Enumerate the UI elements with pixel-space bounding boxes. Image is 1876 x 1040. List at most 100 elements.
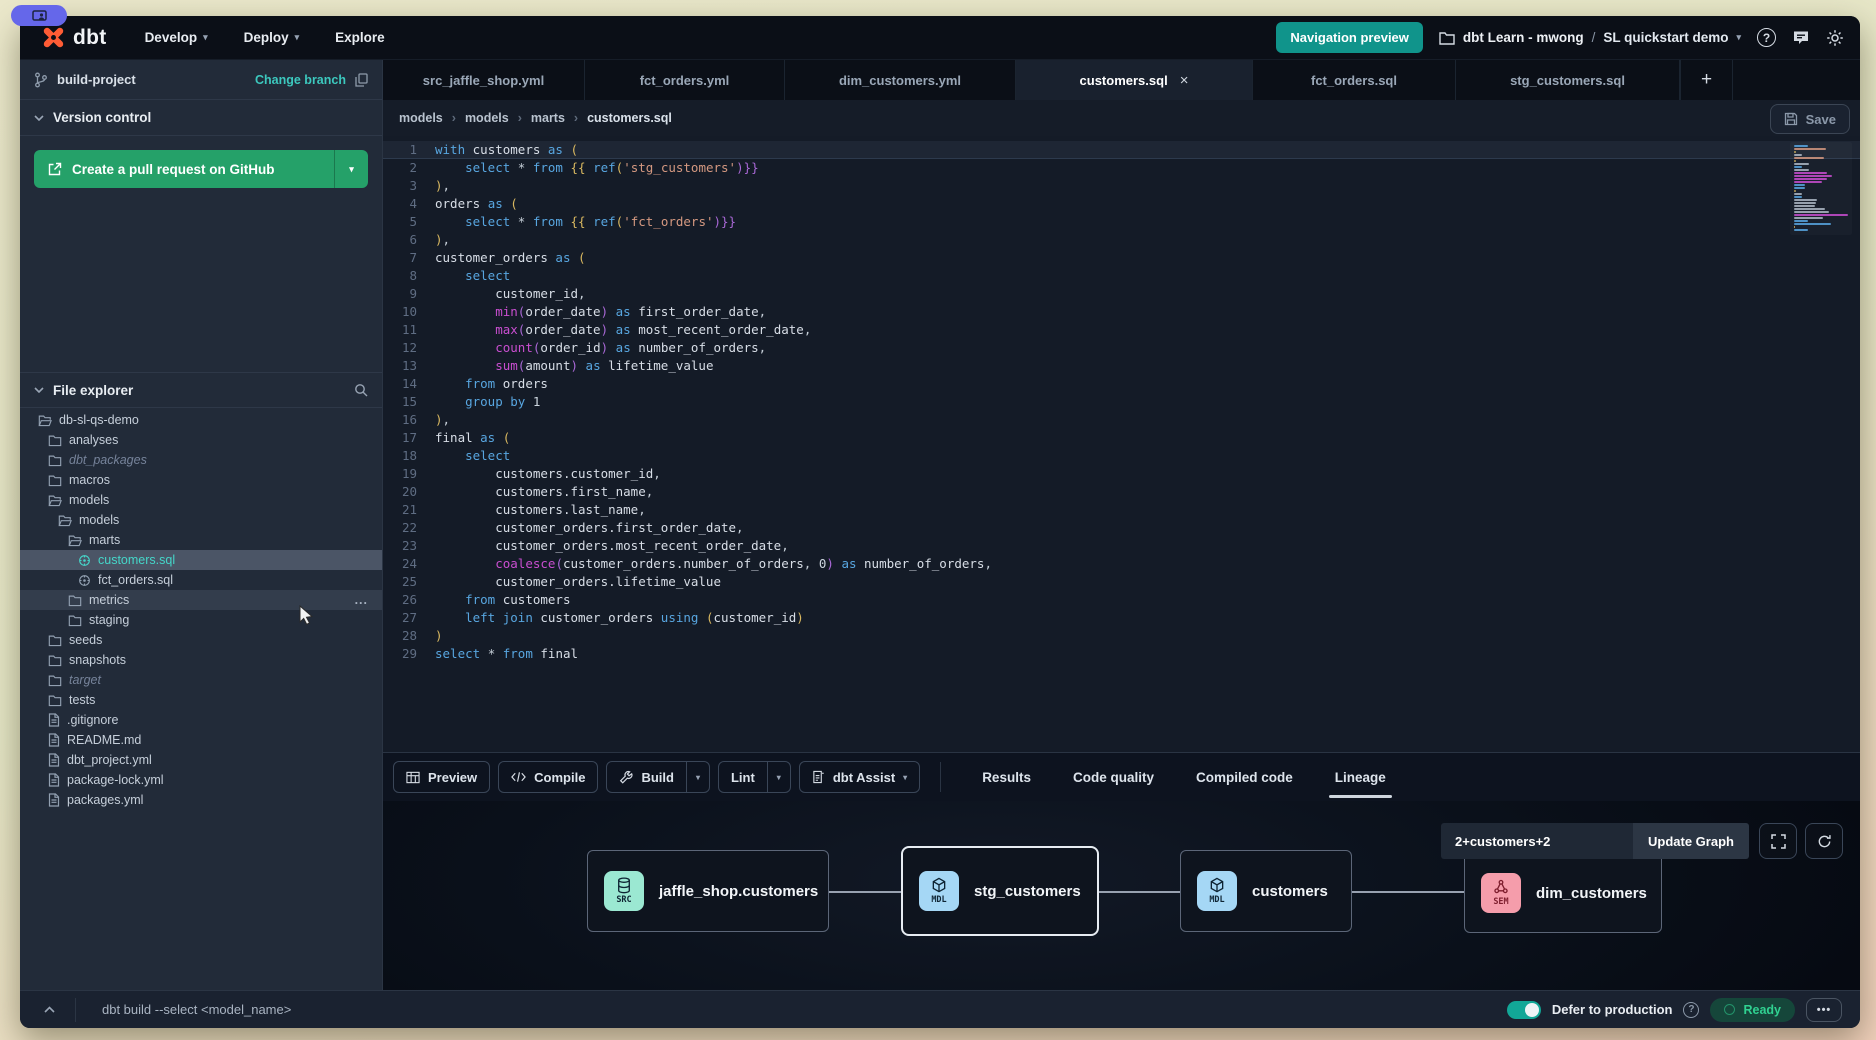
file-tree-item-readme-md[interactable]: README.md <box>20 730 382 750</box>
code-line[interactable]: 9 customer_id, <box>383 285 1860 303</box>
code-line[interactable]: 22 customer_orders.first_order_date, <box>383 519 1860 537</box>
row-options-icon[interactable]: ... <box>355 593 368 607</box>
code-line[interactable]: 10 min(order_date) as first_order_date, <box>383 303 1860 321</box>
lineage-node-customers[interactable]: MDLcustomers <box>1180 850 1352 932</box>
code-line[interactable]: 4orders as ( <box>383 195 1860 213</box>
file-tree-item-db-sl-qs-demo[interactable]: db-sl-qs-demo <box>20 410 382 430</box>
menu-develop[interactable]: Develop▾ <box>145 30 208 45</box>
file-tree-item-snapshots[interactable]: snapshots <box>20 650 382 670</box>
console-tab-code-quality[interactable]: Code quality <box>1073 753 1154 801</box>
account-breadcrumb[interactable]: dbt Learn - mwong / SL quickstart demo ▾ <box>1439 30 1741 45</box>
code-line[interactable]: 23 customer_orders.most_recent_order_dat… <box>383 537 1860 555</box>
console-tab-compiled-code[interactable]: Compiled code <box>1196 753 1293 801</box>
code-line[interactable]: 3), <box>383 177 1860 195</box>
lineage-graph[interactable]: SRCjaffle_shop.customers MDLstg_customers… <box>383 801 1860 990</box>
create-pr-button-main[interactable]: Create a pull request on GitHub <box>34 150 334 188</box>
code-line[interactable]: 24 coalesce(customer_orders.number_of_or… <box>383 555 1860 573</box>
minimap[interactable] <box>1790 142 1852 235</box>
code-line[interactable]: 1with customers as ( <box>383 141 1860 159</box>
code-line[interactable]: 11 max(order_date) as most_recent_order_… <box>383 321 1860 339</box>
menu-deploy[interactable]: Deploy▾ <box>244 30 300 45</box>
console-tab-lineage[interactable]: Lineage <box>1335 753 1386 801</box>
lineage-node-jaffle-shop-customers[interactable]: SRCjaffle_shop.customers <box>587 850 829 932</box>
code-line[interactable]: 25 customer_orders.lifetime_value <box>383 573 1860 591</box>
breadcrumb-item[interactable]: models <box>399 111 443 125</box>
code-line[interactable]: 26 from customers <box>383 591 1860 609</box>
console-tab-results[interactable]: Results <box>982 753 1031 801</box>
file-tree-item-customers-sql[interactable]: customers.sql <box>20 550 382 570</box>
code-line[interactable]: 6), <box>383 231 1860 249</box>
file-tree-item-macros[interactable]: macros <box>20 470 382 490</box>
more-options-button[interactable]: ••• <box>1806 998 1842 1022</box>
breadcrumb-item[interactable]: customers.sql <box>587 111 672 125</box>
file-tree-item-package-lock-yml[interactable]: package-lock.yml <box>20 770 382 790</box>
code-line[interactable]: 2 select * from {{ ref('stg_customers')}… <box>383 159 1860 177</box>
code-editor[interactable]: 1with customers as (2 select * from {{ r… <box>383 136 1860 752</box>
create-pr-button[interactable]: Create a pull request on GitHub ▾ <box>34 150 368 188</box>
action-button-main[interactable]: Compile <box>499 762 597 792</box>
code-line[interactable]: 7customer_orders as ( <box>383 249 1860 267</box>
save-button[interactable]: Save <box>1770 104 1850 134</box>
code-line[interactable]: 16), <box>383 411 1860 429</box>
create-pr-dropdown[interactable]: ▾ <box>334 150 368 188</box>
code-line[interactable]: 18 select <box>383 447 1860 465</box>
breadcrumb-item[interactable]: marts <box>531 111 565 125</box>
file-explorer-header[interactable]: File explorer <box>20 372 382 408</box>
code-line[interactable]: 27 left join customer_orders using (cust… <box>383 609 1860 627</box>
copy-icon[interactable] <box>355 73 368 87</box>
navigation-preview-button[interactable]: Navigation preview <box>1276 22 1422 53</box>
feedback-icon[interactable] <box>1792 30 1810 46</box>
file-tree-item-tests[interactable]: tests <box>20 690 382 710</box>
lineage-node-stg-customers[interactable]: MDLstg_customers <box>901 846 1099 936</box>
code-line[interactable]: 19 customers.customer_id, <box>383 465 1860 483</box>
file-tree-item-target[interactable]: target <box>20 670 382 690</box>
file-tree-item-gitignore[interactable]: .gitignore <box>20 710 382 730</box>
help-icon[interactable]: ? <box>1757 28 1776 47</box>
code-line[interactable]: 14 from orders <box>383 375 1860 393</box>
code-line[interactable]: 21 customers.last_name, <box>383 501 1860 519</box>
tab-fct-orders-yml[interactable]: fct_orders.yml <box>585 60 785 100</box>
change-branch-link[interactable]: Change branch <box>255 73 346 87</box>
refresh-icon[interactable] <box>1805 823 1843 859</box>
file-tree-item-analyses[interactable]: analyses <box>20 430 382 450</box>
action-button-main[interactable]: Preview <box>394 762 489 792</box>
menu-explore[interactable]: Explore <box>335 30 385 45</box>
code-line[interactable]: 8 select <box>383 267 1860 285</box>
search-icon[interactable] <box>354 383 368 397</box>
action-button-dropdown[interactable]: ▾ <box>686 762 709 792</box>
lineage-node-dim-customers[interactable]: SEMdim_customers <box>1464 853 1662 933</box>
version-control-header[interactable]: Version control <box>20 100 382 136</box>
action-button-dropdown[interactable]: ▾ <box>767 762 790 792</box>
action-button-lint[interactable]: Lint▾ <box>718 761 791 793</box>
action-button-dbt-assist[interactable]: dbt Assist▾ <box>799 761 920 793</box>
action-button-main[interactable]: Lint <box>719 762 767 792</box>
file-tree-item-staging[interactable]: staging <box>20 610 382 630</box>
tab-stg-customers-sql[interactable]: stg_customers.sql <box>1456 60 1680 100</box>
action-button-build[interactable]: Build▾ <box>606 761 710 793</box>
action-button-compile[interactable]: Compile <box>498 761 598 793</box>
file-tree-item-fct-orders-sql[interactable]: fct_orders.sql <box>20 570 382 590</box>
file-tree-item-packages-yml[interactable]: packages.yml <box>20 790 382 810</box>
file-tree-item-dbt-project-yml[interactable]: dbt_project.yml <box>20 750 382 770</box>
file-tree-item-metrics[interactable]: metrics... <box>20 590 382 610</box>
fullscreen-icon[interactable] <box>1759 823 1797 859</box>
lineage-selector-input[interactable]: 2+customers+2 <box>1441 823 1633 859</box>
command-input[interactable]: dbt build --select <model_name> <box>102 1002 291 1017</box>
code-line[interactable]: 15 group by 1 <box>383 393 1860 411</box>
code-line[interactable]: 20 customers.first_name, <box>383 483 1860 501</box>
tab-customers-sql[interactable]: customers.sql× <box>1016 60 1253 100</box>
file-tree-item-marts[interactable]: marts <box>20 530 382 550</box>
action-button-preview[interactable]: Preview <box>393 761 490 793</box>
code-line[interactable]: 12 count(order_id) as number_of_orders, <box>383 339 1860 357</box>
settings-gear-icon[interactable] <box>1826 29 1844 47</box>
collapse-console-button[interactable] <box>44 1006 55 1013</box>
code-line[interactable]: 17final as ( <box>383 429 1860 447</box>
dbt-logo[interactable]: dbt <box>40 24 107 51</box>
code-line[interactable]: 28) <box>383 627 1860 645</box>
tab-fct-orders-sql[interactable]: fct_orders.sql <box>1253 60 1456 100</box>
code-line[interactable]: 13 sum(amount) as lifetime_value <box>383 357 1860 375</box>
file-tree-item-dbt-packages[interactable]: dbt_packages <box>20 450 382 470</box>
tab-src-jaffle-shop-yml[interactable]: src_jaffle_shop.yml <box>383 60 585 100</box>
breadcrumb-item[interactable]: models <box>465 111 509 125</box>
action-button-main[interactable]: dbt Assist▾ <box>800 762 919 792</box>
